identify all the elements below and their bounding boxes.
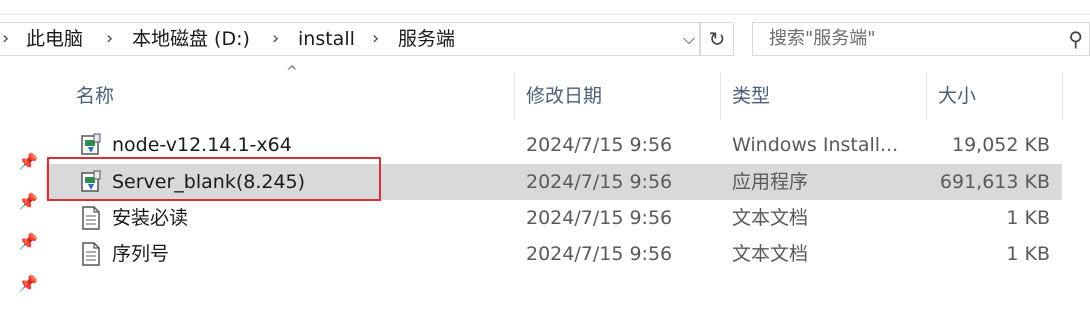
- file-row[interactable]: 安装必读 2024/7/15 9:56 文本文档 1 KB: [46, 200, 1062, 236]
- column-divider[interactable]: [720, 72, 721, 120]
- address-dropdown-icon[interactable]: ⌵: [683, 23, 695, 55]
- column-name[interactable]: 名称: [76, 68, 114, 124]
- column-type[interactable]: 类型: [732, 68, 770, 124]
- sort-ascending-icon: ^: [286, 64, 298, 80]
- file-size: 1 KB: [1006, 243, 1050, 265]
- navigation-pane: 📌 📌 📌 📌: [0, 60, 46, 327]
- file-date: 2024/7/15 9:56: [526, 134, 673, 156]
- search-box[interactable]: 搜索"服务端" ⚲: [752, 22, 1090, 56]
- breadcrumb-separator[interactable]: ›: [272, 23, 279, 55]
- breadcrumb-separator[interactable]: ›: [372, 23, 379, 55]
- file-size: 691,613 KB: [939, 171, 1050, 193]
- text-file-icon: [82, 206, 100, 230]
- column-size[interactable]: 大小: [938, 68, 976, 124]
- search-icon[interactable]: ⚲: [1068, 23, 1083, 55]
- file-size: 19,052 KB: [951, 134, 1050, 156]
- address-row: › 此电脑 › 本地磁盘 (D:) › install › 服务端 ⌵ ↻ 搜索…: [0, 18, 1090, 60]
- text-file-icon: [82, 242, 100, 266]
- address-bar[interactable]: › 此电脑 › 本地磁盘 (D:) › install › 服务端 ⌵: [0, 22, 700, 56]
- search-placeholder: 搜索"服务端": [769, 28, 876, 49]
- breadcrumb-local-disk-d[interactable]: 本地磁盘 (D:): [132, 23, 250, 55]
- column-date-modified[interactable]: 修改日期: [526, 68, 602, 124]
- file-date: 2024/7/15 9:56: [526, 207, 673, 229]
- file-date: 2024/7/15 9:56: [526, 243, 673, 265]
- pin-icon[interactable]: 📌: [18, 274, 38, 293]
- pin-icon[interactable]: 📌: [18, 192, 38, 211]
- pin-icon[interactable]: 📌: [18, 232, 38, 251]
- breadcrumb-separator[interactable]: ›: [106, 23, 113, 55]
- file-name: 安装必读: [112, 207, 189, 229]
- file-date: 2024/7/15 9:56: [526, 171, 673, 193]
- column-divider[interactable]: [1062, 72, 1063, 120]
- file-type: 文本文档: [732, 207, 809, 229]
- breadcrumb-separator[interactable]: ›: [2, 23, 9, 55]
- file-size: 1 KB: [1006, 207, 1050, 229]
- column-divider[interactable]: [926, 72, 927, 120]
- column-header: ^ 名称 修改日期 类型 大小: [46, 64, 1090, 124]
- file-row[interactable]: 序列号 2024/7/15 9:56 文本文档 1 KB: [46, 236, 1062, 272]
- file-name: 序列号: [112, 243, 170, 265]
- pin-icon[interactable]: 📌: [18, 152, 38, 171]
- column-divider[interactable]: [514, 72, 515, 120]
- refresh-icon[interactable]: ↻: [700, 22, 734, 56]
- file-type: 文本文档: [732, 243, 809, 265]
- breadcrumb-this-pc[interactable]: 此电脑: [26, 23, 83, 55]
- file-type: 应用程序: [732, 171, 809, 193]
- window-top-strip: [0, 0, 1090, 15]
- installer-icon: [81, 133, 101, 155]
- file-type: Windows Install...: [732, 134, 899, 156]
- breadcrumb-server[interactable]: 服务端: [398, 23, 455, 55]
- highlight-box: [47, 157, 381, 201]
- breadcrumb-install[interactable]: install: [298, 23, 355, 55]
